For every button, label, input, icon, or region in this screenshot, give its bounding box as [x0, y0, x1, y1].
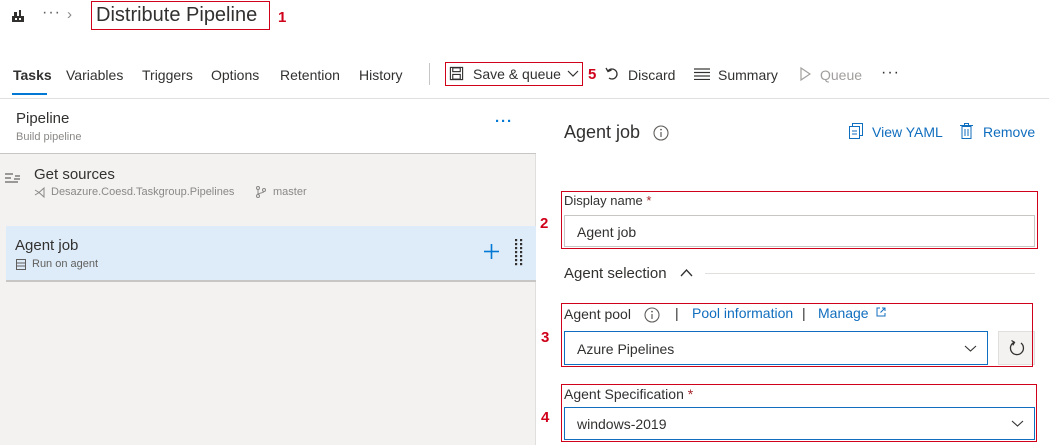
play-icon: [800, 67, 811, 81]
pipeline-app-icon: [12, 10, 24, 22]
pipeline-title: Pipeline: [16, 110, 70, 127]
add-task-icon[interactable]: [483, 243, 500, 260]
detail-title: Agent job: [564, 122, 641, 142]
toolbar-more-icon[interactable]: ···: [881, 64, 900, 82]
summary-button[interactable]: Summary: [718, 67, 778, 83]
source-list-icon: [5, 173, 20, 183]
branch-icon: [256, 186, 266, 198]
annotation-box-agent-pool: [561, 303, 1033, 367]
callout-3: 3: [541, 329, 550, 346]
pipeline-item[interactable]: Pipeline Build pipeline ···: [0, 99, 536, 154]
breadcrumb-chevron-icon: ›: [67, 6, 72, 23]
get-sources-item[interactable]: Get sources Desazure.Coesd.Taskgroup.Pip…: [0, 163, 536, 207]
view-yaml-icon: [849, 123, 863, 139]
view-yaml-link[interactable]: View YAML: [872, 124, 943, 140]
tab-retention[interactable]: Retention: [280, 67, 340, 83]
tab-history[interactable]: History: [359, 67, 403, 83]
tab-variables[interactable]: Variables: [66, 67, 123, 83]
tab-tasks[interactable]: Tasks: [13, 67, 52, 83]
repo-icon: [34, 187, 45, 198]
server-icon: [16, 259, 26, 270]
annotation-box-agent-spec: [561, 384, 1037, 442]
list-icon: [694, 68, 710, 80]
toolbar-divider: [429, 63, 430, 85]
branch-name: master: [273, 186, 307, 198]
tab-options[interactable]: Options: [211, 67, 259, 83]
callout-5: 5: [588, 66, 597, 83]
tab-triggers[interactable]: Triggers: [142, 67, 193, 83]
discard-button[interactable]: Discard: [628, 67, 675, 83]
drag-handle-icon[interactable]: [514, 239, 524, 269]
chevron-up-icon[interactable]: [680, 268, 693, 278]
breadcrumb-more-icon[interactable]: ···: [42, 4, 61, 22]
undo-icon: [605, 67, 618, 80]
agent-selection-heading: Agent selection: [564, 265, 667, 282]
annotation-box-display-name: [561, 191, 1038, 249]
agent-job-item[interactable]: Agent job Run on agent: [6, 226, 536, 282]
repo-name: Desazure.Coesd.Taskgroup.Pipelines: [51, 186, 235, 198]
callout-1: 1: [278, 9, 287, 26]
annotation-box-save-queue: [445, 62, 583, 86]
get-sources-title: Get sources: [34, 166, 115, 183]
annotation-box-title: [91, 1, 270, 30]
agent-job-subtitle: Run on agent: [32, 258, 99, 270]
trash-icon: [960, 123, 973, 139]
active-tab-indicator: [12, 93, 47, 95]
section-divider: [705, 273, 1035, 274]
pipeline-subtitle: Build pipeline: [16, 131, 82, 143]
remove-link[interactable]: Remove: [983, 124, 1035, 140]
agent-job-title: Agent job: [15, 237, 79, 254]
queue-button[interactable]: Queue: [820, 67, 862, 83]
info-icon[interactable]: [653, 125, 669, 141]
pipeline-more-icon[interactable]: ···: [495, 113, 513, 130]
callout-4: 4: [541, 409, 550, 426]
callout-2: 2: [540, 215, 549, 232]
